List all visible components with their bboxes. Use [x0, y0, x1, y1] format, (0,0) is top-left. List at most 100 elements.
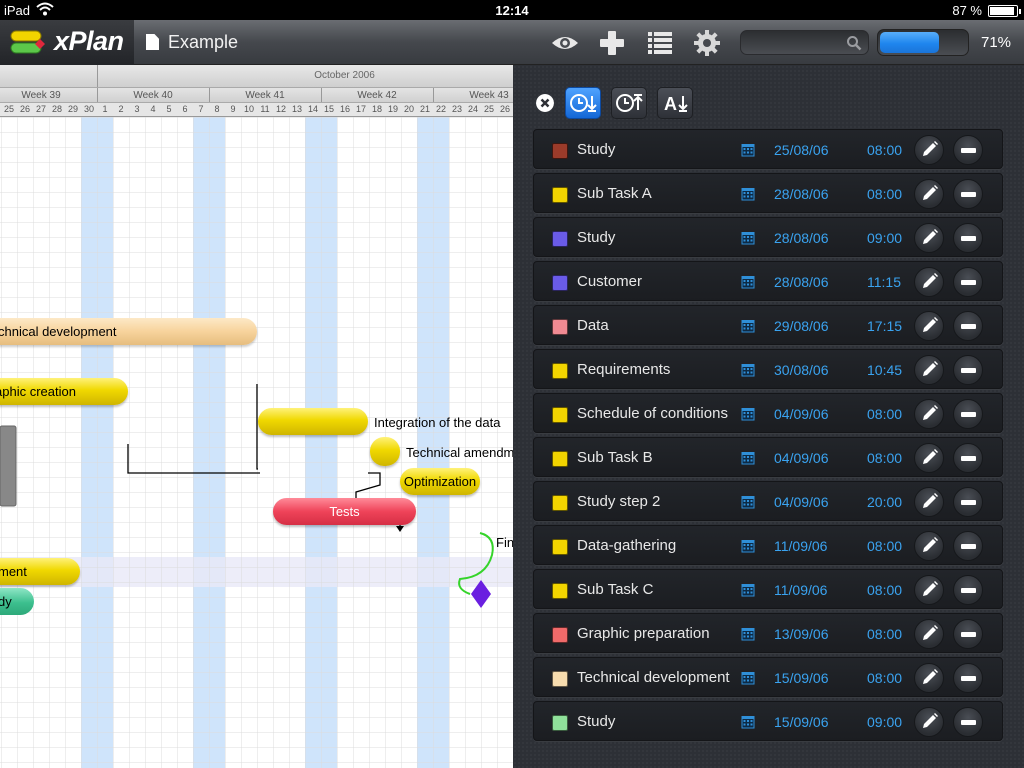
calendar-icon[interactable]: [741, 187, 755, 201]
task-date[interactable]: 15/09/06: [774, 670, 829, 686]
edit-task-button[interactable]: [914, 487, 944, 517]
edit-task-button[interactable]: [914, 531, 944, 561]
remove-task-button[interactable]: [953, 619, 983, 649]
gantt-bar-technical-development[interactable]: chnical development: [0, 318, 257, 345]
task-row[interactable]: Study step 2 04/09/06 20:00: [533, 481, 1003, 521]
close-icon[interactable]: [536, 94, 554, 112]
remove-task-button[interactable]: [953, 311, 983, 341]
edit-task-button[interactable]: [914, 179, 944, 209]
list-icon[interactable]: [645, 28, 675, 58]
task-row[interactable]: Schedule of conditions 04/09/06 08:00: [533, 393, 1003, 433]
calendar-icon[interactable]: [741, 495, 755, 509]
task-time[interactable]: 10:45: [867, 362, 902, 378]
task-date[interactable]: 28/08/06: [774, 274, 829, 290]
sort-time-asc-button[interactable]: [611, 87, 647, 119]
calendar-icon[interactable]: [741, 143, 755, 157]
calendar-icon[interactable]: [741, 627, 755, 641]
task-time[interactable]: 08:00: [867, 142, 902, 158]
task-time[interactable]: 17:15: [867, 318, 902, 334]
task-date[interactable]: 30/08/06: [774, 362, 829, 378]
document-title[interactable]: Example: [168, 32, 238, 53]
sort-time-desc-button[interactable]: [565, 87, 601, 119]
task-row[interactable]: Customer 28/08/06 11:15: [533, 261, 1003, 301]
calendar-icon[interactable]: [741, 231, 755, 245]
calendar-icon[interactable]: [741, 715, 755, 729]
task-time[interactable]: 08:00: [867, 582, 902, 598]
task-row[interactable]: Sub Task A 28/08/06 08:00: [533, 173, 1003, 213]
task-row[interactable]: Graphic preparation 13/09/06 08:00: [533, 613, 1003, 653]
edit-task-button[interactable]: [914, 619, 944, 649]
remove-task-button[interactable]: [953, 267, 983, 297]
remove-task-button[interactable]: [953, 179, 983, 209]
task-date[interactable]: 25/08/06: [774, 142, 829, 158]
task-date[interactable]: 29/08/06: [774, 318, 829, 334]
task-row[interactable]: Sub Task B 04/09/06 08:00: [533, 437, 1003, 477]
gear-icon[interactable]: [692, 28, 722, 58]
sort-alpha-button[interactable]: A: [657, 87, 693, 119]
task-date[interactable]: 04/09/06: [774, 406, 829, 422]
task-date[interactable]: 28/08/06: [774, 186, 829, 202]
gantt-bar-yellow-bottom[interactable]: ment: [0, 558, 80, 585]
calendar-icon[interactable]: [741, 583, 755, 597]
task-time[interactable]: 08:00: [867, 186, 902, 202]
edit-task-button[interactable]: [914, 707, 944, 737]
edit-task-button[interactable]: [914, 355, 944, 385]
task-time[interactable]: 09:00: [867, 230, 902, 246]
plus-icon[interactable]: [597, 28, 627, 58]
gantt-bar-graphic-creation[interactable]: aphic creation: [0, 378, 128, 405]
edit-task-button[interactable]: [914, 399, 944, 429]
calendar-icon[interactable]: [741, 363, 755, 377]
task-row[interactable]: Data-gathering 11/09/06 08:00: [533, 525, 1003, 565]
remove-task-button[interactable]: [953, 443, 983, 473]
edit-task-button[interactable]: [914, 663, 944, 693]
calendar-icon[interactable]: [741, 671, 755, 685]
task-row[interactable]: Sub Task C 11/09/06 08:00: [533, 569, 1003, 609]
edit-task-button[interactable]: [914, 267, 944, 297]
gantt-chart[interactable]: October 2006 Week 39 Week 40 Week 41 Wee…: [0, 65, 513, 768]
task-row[interactable]: Technical development 15/09/06 08:00: [533, 657, 1003, 697]
task-time[interactable]: 20:00: [867, 494, 902, 510]
remove-task-button[interactable]: [953, 355, 983, 385]
search-input[interactable]: [740, 30, 869, 55]
task-row[interactable]: Requirements 30/08/06 10:45: [533, 349, 1003, 389]
gantt-bar-green-bottom[interactable]: dy: [0, 588, 34, 615]
remove-task-button[interactable]: [953, 223, 983, 253]
calendar-icon[interactable]: [741, 451, 755, 465]
task-date[interactable]: 04/09/06: [774, 494, 829, 510]
task-date[interactable]: 15/09/06: [774, 714, 829, 730]
gantt-bar-optimization[interactable]: Optimization: [400, 468, 480, 495]
gantt-milestone-technical-amendment[interactable]: [370, 437, 400, 466]
task-date[interactable]: 13/09/06: [774, 626, 829, 642]
task-time[interactable]: 08:00: [867, 670, 902, 686]
remove-task-button[interactable]: [953, 399, 983, 429]
edit-task-button[interactable]: [914, 575, 944, 605]
edit-task-button[interactable]: [914, 223, 944, 253]
task-date[interactable]: 11/09/06: [774, 538, 827, 554]
calendar-icon[interactable]: [741, 407, 755, 421]
calendar-icon[interactable]: [741, 275, 755, 289]
task-time[interactable]: 08:00: [867, 450, 902, 466]
remove-task-button[interactable]: [953, 663, 983, 693]
task-time[interactable]: 09:00: [867, 714, 902, 730]
edit-task-button[interactable]: [914, 443, 944, 473]
task-date[interactable]: 11/09/06: [774, 582, 827, 598]
task-time[interactable]: 08:00: [867, 406, 902, 422]
task-time[interactable]: 08:00: [867, 538, 902, 554]
remove-task-button[interactable]: [953, 135, 983, 165]
task-row[interactable]: Study 25/08/06 08:00: [533, 129, 1003, 169]
task-date[interactable]: 04/09/06: [774, 450, 829, 466]
remove-task-button[interactable]: [953, 531, 983, 561]
task-row[interactable]: Data 29/08/06 17:15: [533, 305, 1003, 345]
task-row[interactable]: Study 28/08/06 09:00: [533, 217, 1003, 257]
task-time[interactable]: 11:15: [867, 274, 901, 290]
remove-task-button[interactable]: [953, 487, 983, 517]
app-logo[interactable]: xPlan: [0, 20, 134, 65]
remove-task-button[interactable]: [953, 575, 983, 605]
edit-task-button[interactable]: [914, 135, 944, 165]
calendar-icon[interactable]: [741, 319, 755, 333]
edit-task-button[interactable]: [914, 311, 944, 341]
eye-icon[interactable]: [550, 28, 580, 58]
calendar-icon[interactable]: [741, 539, 755, 553]
task-date[interactable]: 28/08/06: [774, 230, 829, 246]
remove-task-button[interactable]: [953, 707, 983, 737]
